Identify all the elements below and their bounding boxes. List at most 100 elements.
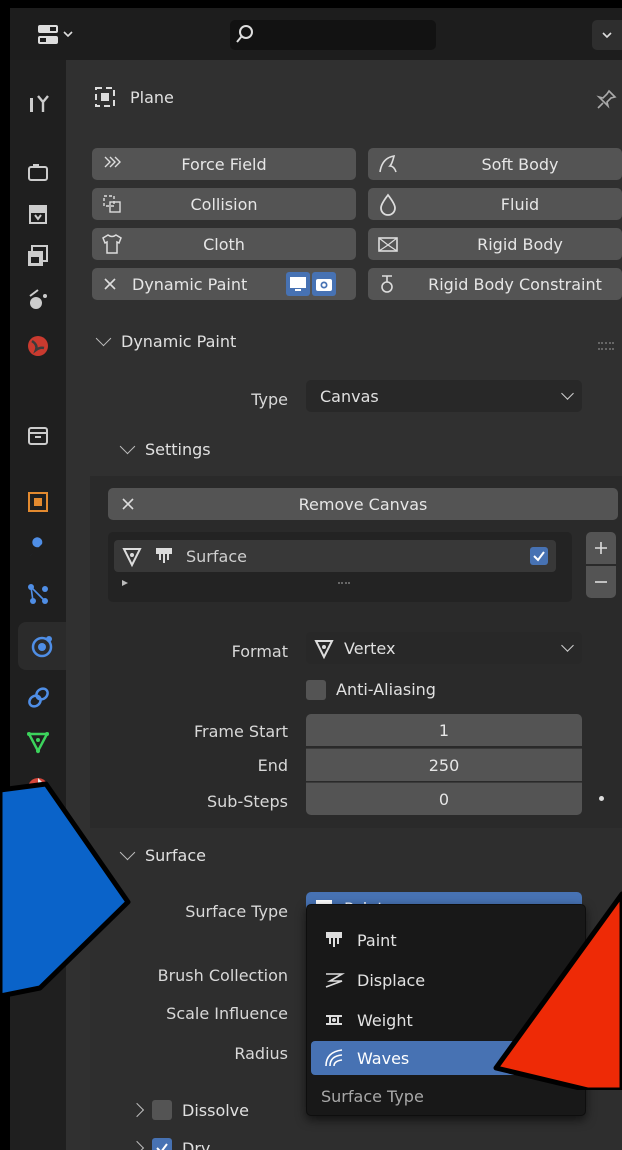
blue-arrow (0, 781, 131, 999)
drag-handle[interactable] (598, 342, 614, 350)
menu-item-label: Weight (357, 1010, 413, 1030)
frame-end-field[interactable]: 250 (306, 748, 582, 781)
force-field-icon (104, 156, 121, 168)
particles-icon (28, 584, 48, 604)
chevron-down-icon (602, 32, 612, 39)
anti-aliasing-checkbox[interactable] (306, 680, 326, 700)
modifier-tab[interactable] (24, 534, 52, 562)
fluid-label: Fluid (500, 194, 540, 214)
soft-body-label: Soft Body (481, 154, 559, 174)
substeps-value: 0 (438, 789, 450, 809)
editor-type-button[interactable] (32, 20, 84, 50)
remove-canvas-button[interactable]: Remove Canvas (108, 488, 618, 520)
chevron-right-icon (129, 1102, 145, 1118)
format-select[interactable]: Vertex (306, 632, 582, 664)
surface-item-label: Surface (186, 546, 247, 566)
scene-tab[interactable] (24, 286, 52, 314)
format-value: Vertex (344, 638, 396, 658)
pin-icon[interactable] (596, 88, 618, 110)
rigid-body-constraint-label: Rigid Body Constraint (428, 274, 602, 294)
list-item[interactable]: Surface (114, 540, 556, 572)
fluid-icon (380, 193, 396, 216)
type-select[interactable]: Canvas (306, 380, 582, 412)
scene-icon (29, 289, 47, 309)
end-label: End (257, 756, 288, 775)
collision-button[interactable]: Collision (92, 188, 356, 220)
close-icon[interactable] (102, 276, 118, 292)
object-name: Plane (130, 87, 174, 107)
fluid-button[interactable]: Fluid (368, 188, 622, 220)
object-tab[interactable] (24, 488, 52, 516)
dry-checkbox[interactable] (152, 1138, 172, 1150)
show-render-toggle[interactable] (312, 272, 336, 296)
object-context: Plane (94, 86, 174, 108)
chevron-down-icon (95, 330, 112, 347)
tool-icon (30, 95, 49, 112)
remove-surface-button[interactable] (586, 566, 616, 598)
rigid-body-constraint-button[interactable]: Rigid Body Constraint (368, 268, 622, 300)
dry-label: Dry (182, 1138, 211, 1150)
surface-type-label: Surface Type (185, 902, 288, 921)
physics-icon (31, 636, 53, 658)
radius-label: Radius (234, 1044, 288, 1063)
force-field-button[interactable]: Force Field (92, 148, 356, 180)
dissolve-checkbox[interactable] (152, 1100, 172, 1120)
substeps-field[interactable]: 0 (306, 782, 582, 815)
world-icon (28, 336, 48, 356)
surface-subpanel-title: Surface (145, 846, 206, 865)
frame-start-field[interactable]: 1 (306, 714, 582, 746)
mesh-data-icon (314, 640, 334, 660)
search-input[interactable] (230, 20, 436, 50)
output-icon (29, 205, 47, 224)
resize-handle[interactable] (338, 582, 350, 587)
expand-triangle-icon[interactable] (120, 578, 130, 588)
rigid-body-label: Rigid Body (477, 234, 563, 254)
frame-start-label: Frame Start (193, 722, 288, 741)
weight-icon (326, 1015, 342, 1025)
camera-icon (316, 279, 332, 291)
view-layer-tab[interactable] (24, 242, 52, 270)
wrench-icon (30, 537, 43, 556)
dynamic-paint-panel-title: Dynamic Paint (121, 332, 237, 351)
options-dropdown[interactable] (592, 20, 622, 50)
rigid-body-button[interactable]: Rigid Body (368, 228, 622, 260)
chevron-down-icon (561, 639, 574, 652)
minus-icon (595, 581, 607, 583)
add-surface-button[interactable] (586, 532, 616, 564)
search-icon (236, 25, 253, 43)
cloth-icon (102, 234, 122, 254)
type-label: Type (251, 390, 288, 409)
tool-tab[interactable] (24, 90, 52, 118)
constraint-icon (28, 687, 49, 708)
collection-tab[interactable] (24, 422, 52, 450)
menu-item-label: Waves (357, 1048, 410, 1068)
settings-subpanel-header[interactable]: Settings (119, 438, 211, 459)
soft-body-icon (379, 155, 397, 173)
monitor-icon (290, 277, 306, 291)
output-tab[interactable] (24, 200, 52, 228)
keyframe-dot[interactable] (599, 796, 604, 801)
render-icon (28, 164, 48, 181)
constraints-tab[interactable] (24, 684, 52, 712)
particles-tab[interactable] (24, 580, 52, 608)
format-label: Format (231, 642, 288, 661)
dry-subpanel-header[interactable]: Dry (129, 1138, 211, 1150)
world-tab[interactable] (24, 332, 52, 360)
physics-tab[interactable] (18, 622, 66, 670)
scale-influence-label: Scale Influence (166, 1004, 288, 1023)
collision-icon (103, 195, 121, 213)
dissolve-subpanel-header[interactable]: Dissolve (129, 1100, 249, 1120)
mesh-data-icon (122, 548, 142, 568)
cloth-button[interactable]: Cloth (92, 228, 356, 260)
dynamic-paint-button[interactable]: Dynamic Paint (92, 268, 356, 300)
surface-enabled-checkbox[interactable] (530, 547, 548, 565)
show-viewport-toggle[interactable] (286, 272, 310, 296)
data-tab[interactable] (24, 728, 52, 756)
soft-body-button[interactable]: Soft Body (368, 148, 622, 180)
anti-aliasing-label: Anti-Aliasing (336, 680, 436, 699)
collision-label: Collision (190, 194, 258, 214)
rigid-body-icon (378, 237, 398, 252)
render-tab[interactable] (24, 158, 52, 186)
checkmark-icon (533, 551, 545, 562)
dynamic-paint-panel-header[interactable]: Dynamic Paint (95, 330, 237, 351)
